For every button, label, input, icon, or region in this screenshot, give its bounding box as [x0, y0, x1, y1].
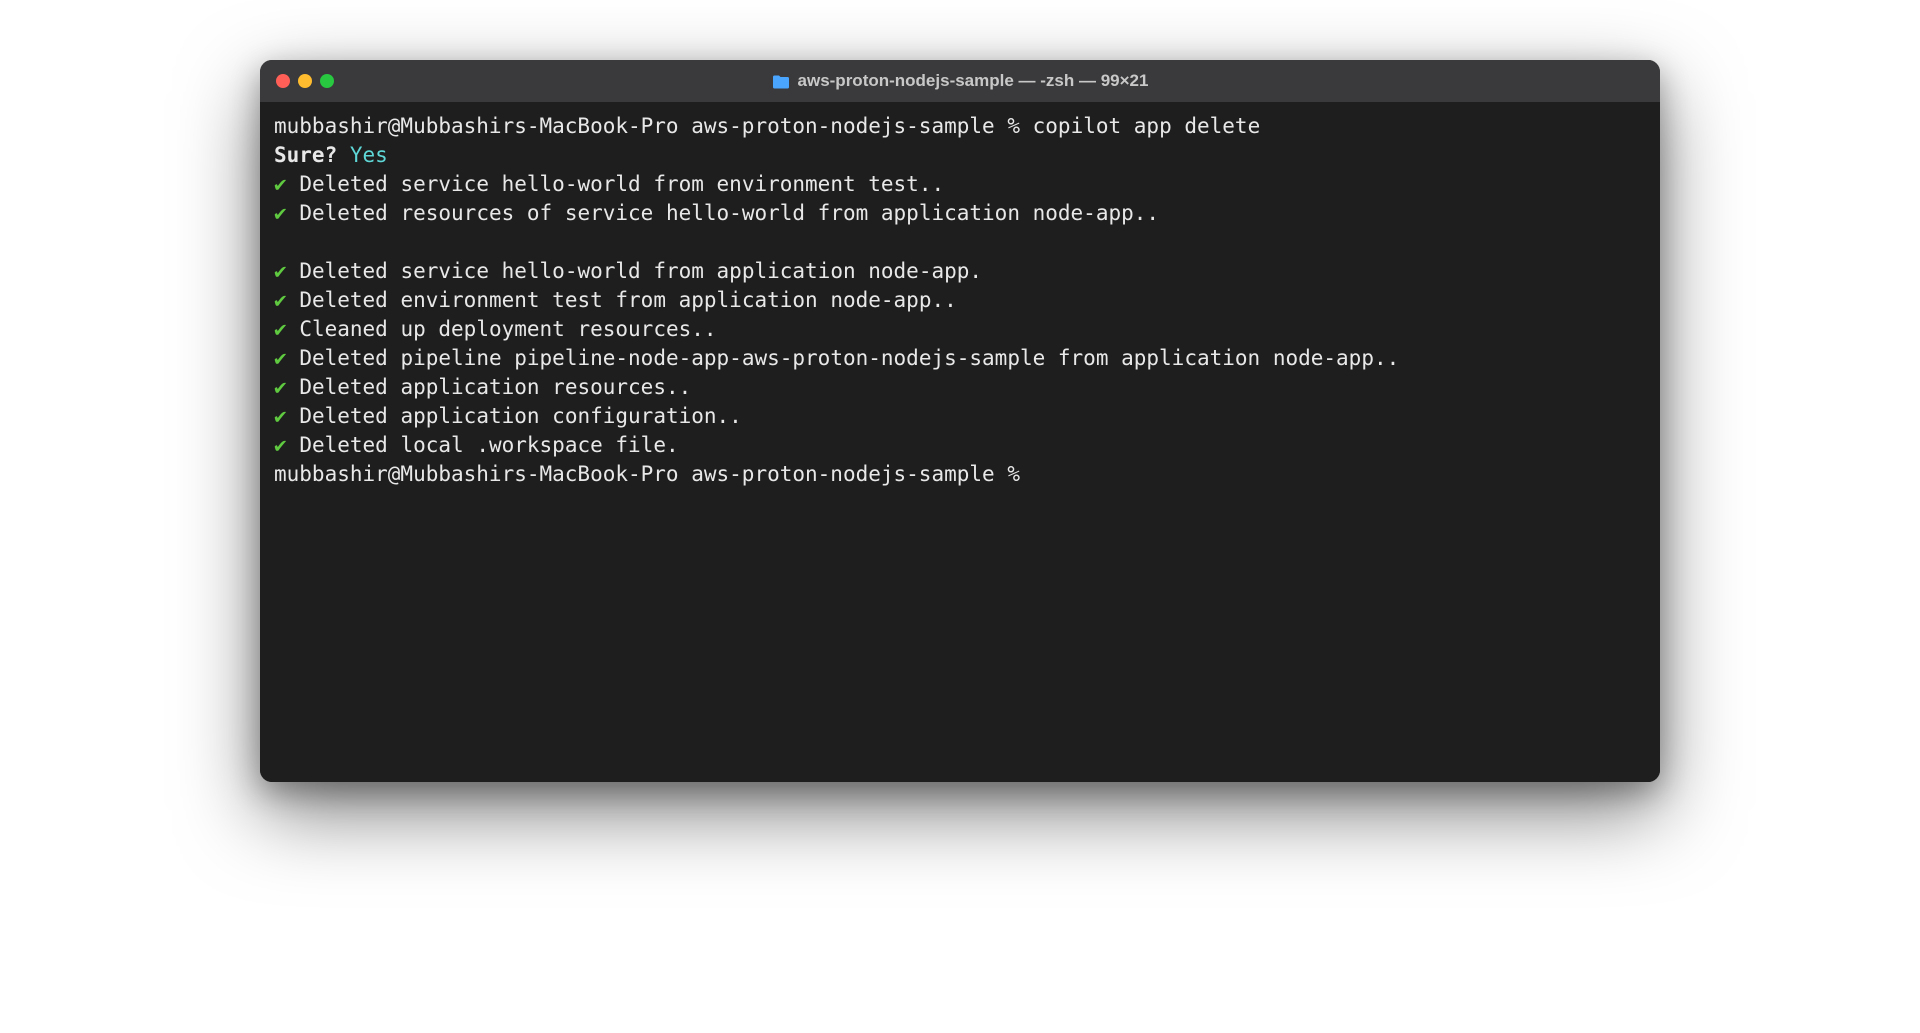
output-text: Deleted local .workspace file. — [299, 433, 678, 457]
minimize-button[interactable] — [298, 74, 312, 88]
confirm-line: Sure? Yes — [274, 141, 1646, 170]
output-text: Deleted environment test from applicatio… — [299, 288, 956, 312]
check-icon: ✔ — [274, 259, 287, 283]
output-text: Deleted resources of service hello-world… — [299, 201, 1159, 225]
window-title: aws-proton-nodejs-sample — -zsh — 99×21 — [276, 71, 1644, 91]
prompt-symbol: % — [1007, 462, 1020, 486]
check-icon: ✔ — [274, 172, 287, 196]
output-text: Deleted pipeline pipeline-node-app-aws-p… — [299, 346, 1399, 370]
confirm-question: Sure? — [274, 143, 337, 167]
output-line: ✔ Deleted service hello-world from appli… — [274, 257, 1646, 286]
maximize-button[interactable] — [320, 74, 334, 88]
output-line: ✔ Deleted resources of service hello-wor… — [274, 199, 1646, 228]
output-text: Deleted service hello-world from environ… — [299, 172, 944, 196]
output-line: ✔ Deleted pipeline pipeline-node-app-aws… — [274, 344, 1646, 373]
output-text: Cleaned up deployment resources.. — [299, 317, 716, 341]
terminal-window: aws-proton-nodejs-sample — -zsh — 99×21 … — [260, 60, 1660, 782]
check-icon: ✔ — [274, 288, 287, 312]
output-text: Deleted application resources.. — [299, 375, 691, 399]
output-line: ✔ Deleted environment test from applicat… — [274, 286, 1646, 315]
prompt-dir: aws-proton-nodejs-sample — [691, 114, 994, 138]
output-text: Deleted service hello-world from applica… — [299, 259, 982, 283]
output-line: ✔ Deleted application configuration.. — [274, 402, 1646, 431]
check-icon: ✔ — [274, 375, 287, 399]
output-line: ✔ Deleted application resources.. — [274, 373, 1646, 402]
prompt-line-1: mubbashir@Mubbashirs-MacBook-Pro aws-pro… — [274, 112, 1646, 141]
output-text: Deleted application configuration.. — [299, 404, 742, 428]
command-text: copilot app delete — [1033, 114, 1261, 138]
folder-icon — [772, 74, 790, 88]
output-line: ✔ Deleted service hello-world from envir… — [274, 170, 1646, 199]
prompt-symbol: % — [1007, 114, 1020, 138]
terminal-body[interactable]: mubbashir@Mubbashirs-MacBook-Pro aws-pro… — [260, 102, 1660, 782]
confirm-answer: Yes — [350, 143, 388, 167]
close-button[interactable] — [276, 74, 290, 88]
check-icon: ✔ — [274, 346, 287, 370]
check-icon: ✔ — [274, 317, 287, 341]
check-icon: ✔ — [274, 404, 287, 428]
traffic-lights — [276, 74, 334, 88]
output-line: ✔ Deleted local .workspace file. — [274, 431, 1646, 460]
window-title-text: aws-proton-nodejs-sample — -zsh — 99×21 — [798, 71, 1149, 91]
prompt-user-host: mubbashir@Mubbashirs-MacBook-Pro — [274, 114, 679, 138]
check-icon: ✔ — [274, 433, 287, 457]
blank-line — [274, 228, 1646, 257]
output-line: ✔ Cleaned up deployment resources.. — [274, 315, 1646, 344]
title-bar[interactable]: aws-proton-nodejs-sample — -zsh — 99×21 — [260, 60, 1660, 102]
prompt-user-host: mubbashir@Mubbashirs-MacBook-Pro — [274, 462, 679, 486]
prompt-line-2: mubbashir@Mubbashirs-MacBook-Pro aws-pro… — [274, 460, 1646, 489]
check-icon: ✔ — [274, 201, 287, 225]
prompt-dir: aws-proton-nodejs-sample — [691, 462, 994, 486]
